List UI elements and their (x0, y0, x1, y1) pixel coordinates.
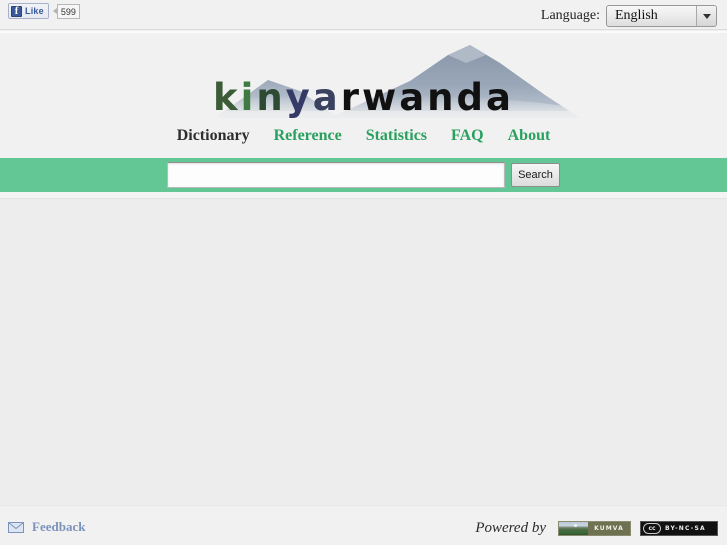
logo-banner[interactable]: kinyarwanda (0, 33, 727, 123)
logo-letter-8: n (427, 76, 457, 119)
creative-commons-icon: cc (643, 523, 661, 534)
nav-item-reference[interactable]: Reference (274, 127, 342, 144)
logo-letter-7: a (399, 76, 428, 119)
search-button[interactable]: Search (511, 163, 560, 187)
main-navigation: Dictionary Reference Statistics FAQ About (0, 127, 727, 145)
creative-commons-badge[interactable]: cc BY-NC-SA (640, 521, 718, 536)
feedback-label: Feedback (32, 519, 86, 534)
nav-item-dictionary[interactable]: Dictionary (177, 127, 250, 144)
nav-item-statistics[interactable]: Statistics (366, 127, 427, 144)
search-input[interactable] (167, 162, 505, 188)
nav-item-faq[interactable]: FAQ (451, 127, 484, 144)
main-content-area (0, 199, 727, 505)
site-footer: Feedback Powered by KUMVA cc BY-NC-SA (0, 505, 727, 545)
logo-letter-4: a (312, 76, 341, 119)
logo-letter-5: r (340, 76, 362, 119)
logo-letter-0: k (213, 76, 241, 119)
kumva-badge-label: KUMVA (588, 522, 630, 535)
logo-letter-6: w (362, 76, 400, 119)
language-dropdown-arrow[interactable] (696, 6, 716, 26)
logo-letter-1: i (240, 76, 257, 119)
language-selector-group: Language: English (541, 5, 717, 27)
top-bar: f Like 599 Language: English (0, 0, 727, 30)
nav-item-about[interactable]: About (508, 127, 551, 144)
facebook-like-button[interactable]: f Like (8, 3, 49, 19)
logo-letter-10: a (486, 76, 514, 119)
site-logo-text: kinyarwanda (0, 78, 727, 118)
kumva-landscape-icon (559, 522, 588, 535)
language-select[interactable]: English (606, 5, 717, 27)
facebook-like-widget: f Like 599 (8, 1, 80, 21)
search-bar-underline (0, 192, 727, 199)
language-selected-value: English (615, 8, 658, 23)
facebook-like-label: Like (25, 5, 44, 16)
logo-letter-9: d (456, 76, 486, 119)
chevron-down-icon (702, 13, 711, 19)
facebook-like-count: 599 (56, 3, 80, 19)
feedback-link[interactable]: Feedback (8, 519, 85, 535)
site-header: kinyarwanda Dictionary Reference Statistic… (0, 31, 727, 158)
facebook-f-icon: f (11, 5, 22, 17)
powered-by-group: Powered by KUMVA cc BY-NC-SA (475, 520, 718, 537)
kumva-badge[interactable]: KUMVA (558, 521, 631, 536)
powered-by-label: Powered by (475, 520, 546, 536)
envelope-icon (8, 521, 24, 533)
language-label: Language: (540, 8, 600, 23)
search-bar: Search (0, 158, 727, 192)
logo-letter-2: n (256, 76, 286, 119)
creative-commons-terms: BY-NC-SA (665, 525, 706, 532)
logo-letter-3: y (285, 76, 313, 119)
